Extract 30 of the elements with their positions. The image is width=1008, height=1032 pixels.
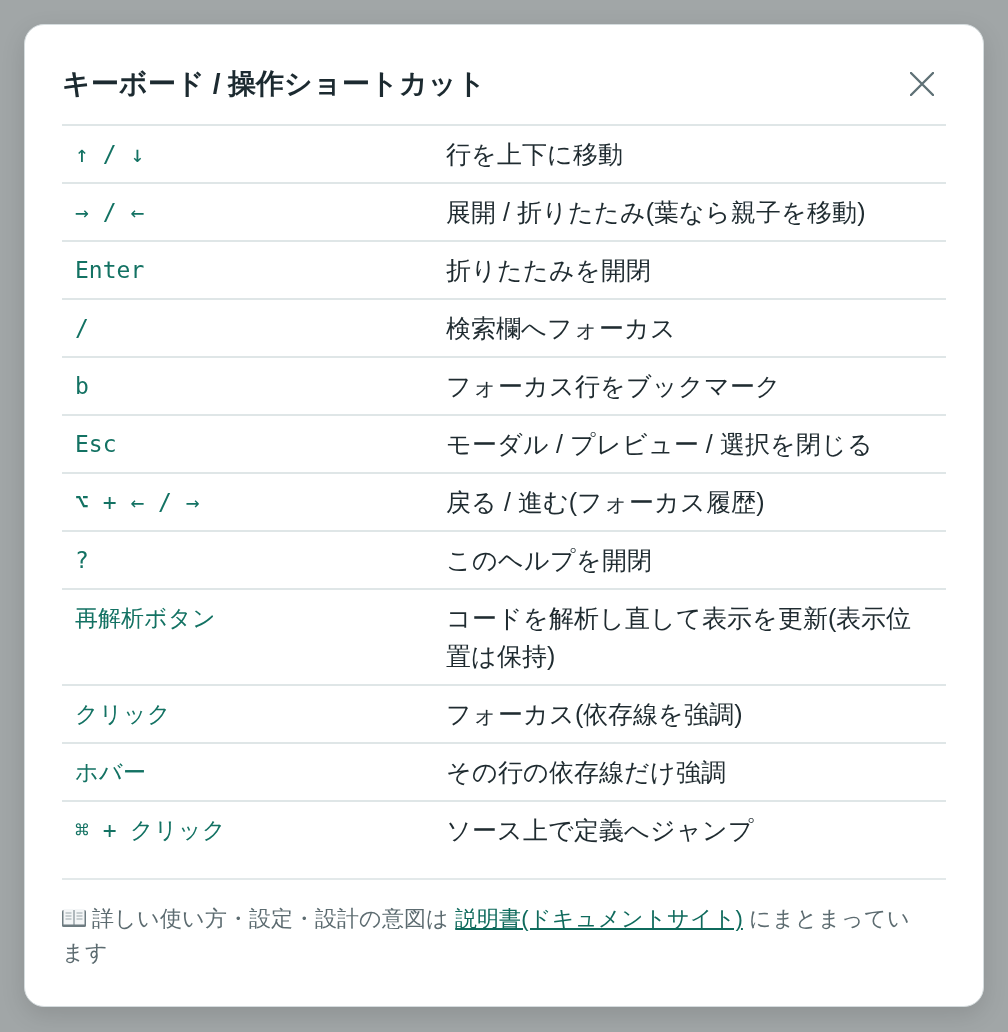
shortcut-description: 展開 / 折りたたみ(葉なら親子を移動) bbox=[446, 198, 866, 226]
shortcut-key: ⌥ + ← / → bbox=[75, 489, 200, 515]
shortcut-description: 折りたたみを開閉 bbox=[446, 256, 651, 284]
shortcut-description: フォーカス行をブックマーク bbox=[446, 372, 781, 400]
shortcut-key: 再解析ボタン bbox=[75, 605, 216, 631]
shortcut-key: ? bbox=[75, 547, 89, 573]
shortcut-description: その行の依存線だけ強調 bbox=[446, 758, 726, 786]
shortcut-key: / bbox=[75, 315, 89, 341]
shortcut-description: フォーカス(依存線を強調) bbox=[446, 700, 743, 728]
dialog-title: キーボード / 操作ショートカット bbox=[62, 67, 487, 101]
shortcut-description: コードを解析し直して表示を更新(表示位置は保持) bbox=[446, 604, 912, 670]
shortcut-description: このヘルプを開閉 bbox=[446, 546, 652, 574]
close-icon bbox=[910, 72, 934, 96]
shortcut-key: ⌘ + クリック bbox=[75, 817, 227, 843]
shortcut-description: ソース上で定義へジャンプ bbox=[446, 816, 754, 844]
shortcut-description: モーダル / プレビュー / 選択を閉じる bbox=[446, 430, 873, 458]
shortcut-key: クリック bbox=[75, 701, 171, 727]
open-book-icon bbox=[62, 909, 86, 927]
shortcut-key: ↑ / ↓ bbox=[75, 141, 145, 167]
shortcut-key: → / ← bbox=[75, 199, 145, 225]
shortcut-description: 戻る / 進む(フォーカス履歴) bbox=[446, 488, 765, 516]
shortcut-key: ホバー bbox=[75, 759, 146, 785]
documentation-link[interactable]: 説明書(ドキュメントサイト) bbox=[455, 906, 743, 931]
shortcut-key: b bbox=[75, 373, 89, 399]
shortcut-description: 検索欄へフォーカス bbox=[446, 314, 676, 342]
footer-note: 詳しい使い方・設定・設計の意図は 説明書(ドキュメントサイト) にまとまっています bbox=[62, 905, 911, 967]
shortcut-key: Enter bbox=[75, 257, 145, 283]
shortcut-description: 行を上下に移動 bbox=[446, 140, 623, 168]
close-button[interactable] bbox=[910, 72, 934, 96]
shortcut-key: Esc bbox=[75, 431, 117, 457]
